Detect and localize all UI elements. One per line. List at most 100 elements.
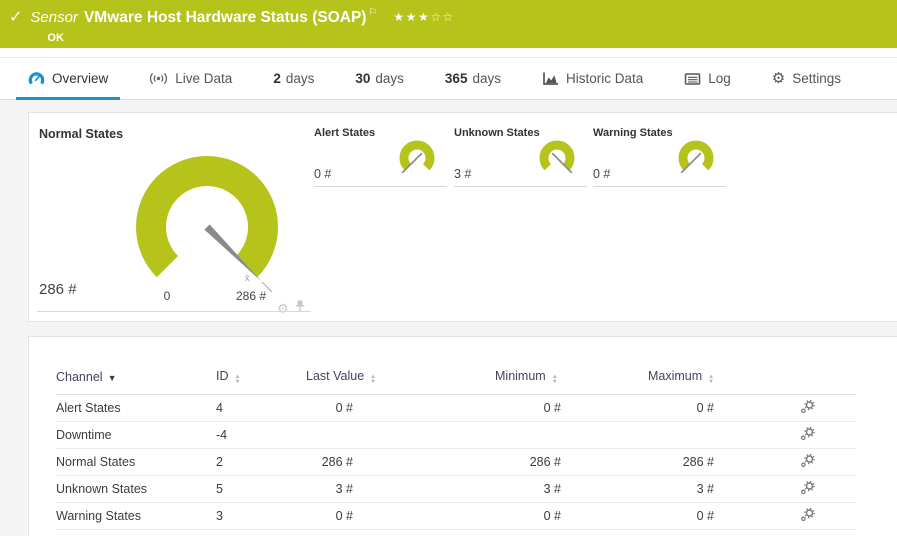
col-header-last-value[interactable]: Last Value ▲ ▼ bbox=[306, 369, 495, 395]
mini-gauge-value: 0 # bbox=[593, 167, 611, 181]
col-header-label: ID bbox=[216, 369, 229, 383]
tab-365-days[interactable]: 365 days bbox=[445, 58, 501, 99]
content-area: Normal States 0 286 # x̄ 286 # ⚙ Alert S… bbox=[0, 100, 897, 536]
col-header-channel[interactable]: Channel ▼ bbox=[56, 369, 216, 395]
channel-id: 2 bbox=[216, 448, 306, 476]
tab-bar-wrap: Overview Live Data 2 days 30 days 365 da… bbox=[0, 48, 897, 100]
col-header-label: Maximum bbox=[648, 369, 703, 383]
col-header-maximum[interactable]: Maximum ▲ ▼ bbox=[648, 369, 796, 395]
channel-minimum: 0 # bbox=[495, 394, 648, 422]
primary-gauge-value: 286 # bbox=[39, 281, 77, 298]
channel-minimum: 0 # bbox=[495, 502, 648, 530]
channel-name: Unknown States bbox=[56, 475, 216, 503]
channel-name: Warning States bbox=[56, 502, 216, 530]
log-icon bbox=[684, 72, 701, 86]
channels-table: Channel ▼ ID ▲ ▼ Last Value ▲ ▼ Minimum ▲ ▼ Max… bbox=[56, 369, 856, 530]
tab-value: 2 bbox=[273, 71, 281, 86]
tab-label: days bbox=[375, 71, 404, 86]
channel-name: Alert States bbox=[56, 394, 216, 422]
col-header-id[interactable]: ID ▲ ▼ bbox=[216, 369, 306, 395]
divider bbox=[37, 311, 311, 312]
sort-icon: ▲ ▼ bbox=[370, 374, 377, 385]
tab-live-data[interactable]: Live Data bbox=[149, 58, 232, 99]
table-row: Unknown States 5 3 # 3 # 3 # bbox=[56, 475, 856, 503]
channel-id: 4 bbox=[216, 394, 306, 422]
channel-maximum: 286 # bbox=[648, 448, 796, 476]
tab-label: Live Data bbox=[175, 71, 233, 86]
sensor-status-header: ✓ Sensor VMware Host Hardware Status (SO… bbox=[0, 0, 897, 48]
mini-gauge-unknown-states: Unknown States 3 # bbox=[454, 121, 587, 187]
flag-icon[interactable]: ⚐ bbox=[368, 8, 377, 18]
gear-icon: ⚙ bbox=[771, 69, 786, 87]
gauge-scale-min: 0 bbox=[163, 289, 171, 303]
channel-minimum bbox=[495, 421, 648, 449]
gauge-arc bbox=[136, 156, 278, 293]
channel-maximum: 3 # bbox=[648, 475, 796, 503]
tab-2-days[interactable]: 2 days bbox=[273, 58, 314, 99]
tab-label: Log bbox=[708, 71, 731, 86]
mini-gauge-warning-states: Warning States 0 # bbox=[593, 121, 726, 187]
channels-panel: Channel ▼ ID ▲ ▼ Last Value ▲ ▼ Minimum ▲ ▼ Max… bbox=[28, 336, 897, 536]
tab-bar: Overview Live Data 2 days 30 days 365 da… bbox=[0, 57, 897, 100]
sort-icon: ▲ ▼ bbox=[234, 374, 241, 385]
col-header-label: Channel bbox=[56, 370, 103, 384]
tab-value: 30 bbox=[355, 71, 371, 86]
col-header-edit bbox=[796, 369, 856, 395]
channel-id: 3 bbox=[216, 502, 306, 530]
channel-settings-icon[interactable] bbox=[800, 453, 815, 471]
channel-id: 5 bbox=[216, 475, 306, 503]
mini-gauge bbox=[672, 134, 720, 187]
pushpin-icon[interactable] bbox=[294, 299, 306, 317]
channel-settings-icon[interactable] bbox=[800, 426, 815, 444]
sensor-title: VMware Host Hardware Status (SOAP) bbox=[83, 9, 367, 26]
status-badge: OK bbox=[47, 32, 64, 44]
sort-desc-icon: ▼ bbox=[107, 373, 117, 383]
channel-maximum: 0 # bbox=[648, 394, 796, 422]
sensor-type-label: Sensor bbox=[30, 9, 78, 26]
channel-name: Downtime bbox=[56, 421, 216, 449]
channel-minimum: 3 # bbox=[495, 475, 648, 503]
channel-last-value: 0 # bbox=[306, 394, 495, 422]
tab-overview[interactable]: Overview bbox=[15, 58, 121, 100]
sort-icon: ▲ ▼ bbox=[708, 374, 715, 385]
primary-gauge: 0 286 # x̄ bbox=[129, 149, 285, 305]
tab-log[interactable]: Log bbox=[684, 58, 731, 99]
area-chart-icon bbox=[542, 71, 559, 86]
mini-gauge-alert-states: Alert States 0 # bbox=[314, 121, 447, 187]
channel-settings-icon[interactable] bbox=[800, 480, 815, 498]
tab-settings[interactable]: ⚙ Settings bbox=[772, 58, 841, 99]
mini-gauge-title: Warning States bbox=[593, 127, 673, 139]
channel-last-value bbox=[306, 421, 495, 449]
mini-gauge bbox=[533, 134, 581, 187]
sort-icon: ▲ ▼ bbox=[551, 374, 558, 385]
tab-label: Settings bbox=[792, 71, 842, 86]
tab-label: days bbox=[472, 71, 501, 86]
mini-gauge bbox=[393, 134, 441, 187]
channel-name: Normal States bbox=[56, 448, 216, 476]
mini-gauge-value: 0 # bbox=[314, 167, 332, 181]
gauges-panel: Normal States 0 286 # x̄ 286 # ⚙ Alert S… bbox=[28, 112, 897, 322]
tab-30-days[interactable]: 30 days bbox=[355, 58, 404, 99]
priority-star-rating[interactable]: ★★★☆☆ bbox=[393, 8, 454, 26]
primary-gauge-title: Normal States bbox=[39, 127, 124, 141]
channel-last-value: 3 # bbox=[306, 475, 495, 503]
gear-icon[interactable]: ⚙ bbox=[277, 302, 289, 315]
gauge-average-marker: x̄ bbox=[245, 273, 250, 283]
channel-settings-icon[interactable] bbox=[800, 507, 815, 525]
channel-id: -4 bbox=[216, 421, 306, 449]
channel-maximum bbox=[648, 421, 796, 449]
tab-label: days bbox=[285, 71, 315, 86]
gauge-icon bbox=[28, 71, 45, 87]
mini-gauge-value: 3 # bbox=[454, 167, 472, 181]
tab-label: Overview bbox=[52, 71, 109, 86]
channel-settings-icon[interactable] bbox=[800, 399, 815, 417]
tab-historic-data[interactable]: Historic Data bbox=[542, 58, 643, 99]
channel-maximum: 0 # bbox=[648, 502, 796, 530]
channel-last-value: 0 # bbox=[306, 502, 495, 530]
col-header-label: Minimum bbox=[495, 369, 546, 383]
table-row: Downtime -4 bbox=[56, 421, 856, 449]
tab-label: Historic Data bbox=[565, 71, 644, 86]
tab-value: 365 bbox=[444, 71, 468, 86]
col-header-minimum[interactable]: Minimum ▲ ▼ bbox=[495, 369, 648, 395]
mini-gauge-title: Unknown States bbox=[454, 127, 540, 139]
